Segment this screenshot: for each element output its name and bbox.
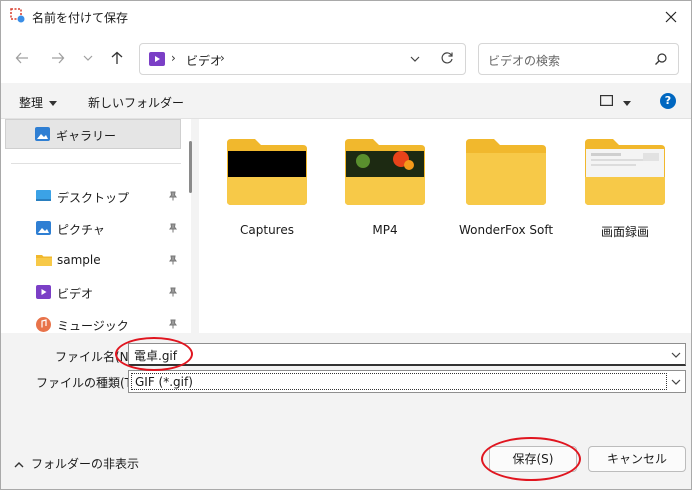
dialog-footer: フォルダーの非表示 保存(S) キャンセル xyxy=(1,433,691,489)
search-placeholder: ビデオの検索 xyxy=(488,54,561,68)
sidebar-item-gallery[interactable]: ギャラリー xyxy=(5,119,181,149)
focus-rectangle: GIF (*.gif) xyxy=(131,373,667,390)
music-icon xyxy=(36,317,51,332)
arrow-up-icon xyxy=(111,51,123,64)
sidebar-item-pictures[interactable]: ピクチャ xyxy=(1,215,183,243)
folder-label: Captures xyxy=(240,223,294,237)
up-button[interactable] xyxy=(106,47,128,69)
desktop-icon xyxy=(36,189,51,203)
help-icon[interactable]: ? xyxy=(660,93,676,109)
search-icon[interactable] xyxy=(654,52,668,69)
pin-icon[interactable] xyxy=(168,190,178,204)
sidebar-item-sample[interactable]: sample xyxy=(1,247,183,275)
window-title: 名前を付けて保存 xyxy=(32,11,129,25)
save-as-dialog: 名前を付けて保存 › ビデオ › ビデオの検索 整理 新しいフォルダー ? ギャ… xyxy=(0,0,692,490)
sidebar-item-label: ピクチャ xyxy=(57,223,105,237)
folder-label: 画面録画 xyxy=(600,225,649,239)
chevron-right-icon[interactable]: › xyxy=(220,51,225,65)
folder-label: MP4 xyxy=(372,223,398,237)
command-bar: 整理 新しいフォルダー ? xyxy=(1,83,691,119)
videos-icon xyxy=(149,52,165,66)
address-bar[interactable]: › ビデオ › xyxy=(139,43,466,75)
sidebar-item-label: ビデオ xyxy=(57,287,94,301)
close-icon xyxy=(665,11,677,23)
caret-down-icon[interactable] xyxy=(49,96,57,110)
chevron-down-icon[interactable] xyxy=(671,349,681,363)
annotation-circle-filename xyxy=(115,337,193,371)
back-button[interactable] xyxy=(11,47,33,69)
caret-down-icon[interactable] xyxy=(623,96,631,110)
folder-item-captures[interactable]: Captures xyxy=(217,137,317,247)
navigation-bar: › ビデオ › ビデオの検索 xyxy=(1,33,691,83)
pin-icon[interactable] xyxy=(168,318,178,332)
filetype-select[interactable]: GIF (*.gif) xyxy=(128,370,686,393)
pane-separator[interactable] xyxy=(191,119,199,333)
pin-icon[interactable] xyxy=(168,222,178,236)
organize-button[interactable]: 整理 xyxy=(19,94,43,111)
videos-icon xyxy=(36,285,51,299)
view-icon[interactable] xyxy=(600,95,614,109)
chevron-down-icon[interactable] xyxy=(410,53,420,67)
folder-item-screen-recordings[interactable]: 画面録画 xyxy=(575,137,675,247)
search-input[interactable]: ビデオの検索 xyxy=(478,43,679,75)
new-folder-button[interactable]: 新しいフォルダー xyxy=(88,94,184,111)
pin-icon[interactable] xyxy=(168,254,178,268)
pictures-icon xyxy=(36,221,51,235)
chevron-down-icon xyxy=(83,55,93,61)
arrow-right-icon xyxy=(52,52,65,64)
title-bar: 名前を付けて保存 xyxy=(1,1,691,33)
forward-button[interactable] xyxy=(47,47,69,69)
cancel-button[interactable]: キャンセル xyxy=(588,446,686,472)
annotation-circle-save xyxy=(481,437,581,481)
sidebar-item-label: ギャラリー xyxy=(56,129,117,143)
chevron-right-icon: › xyxy=(171,51,176,65)
filename-field[interactable]: 電卓.gif xyxy=(128,343,686,366)
chevron-down-icon[interactable] xyxy=(671,376,681,390)
sidebar-item-videos[interactable]: ビデオ xyxy=(1,279,183,307)
sidebar-item-label: デスクトップ xyxy=(57,191,130,205)
breadcrumb-videos[interactable]: ビデオ xyxy=(186,52,222,69)
folder-item-mp4[interactable]: MP4 xyxy=(335,137,435,247)
save-form: ファイル名(N): 電卓.gif ファイルの種類(T): GIF (*.gif) xyxy=(1,333,691,433)
folder-label: WonderFox Soft xyxy=(458,223,554,237)
filetype-label: ファイルの種類(T): xyxy=(36,376,141,390)
hide-folders-button[interactable]: フォルダーの非表示 xyxy=(31,455,139,472)
folder-icon xyxy=(585,139,665,205)
filetype-value: GIF (*.gif) xyxy=(135,375,193,389)
scrollbar[interactable] xyxy=(189,141,192,193)
folder-item-wonderfox[interactable]: WonderFox Soft xyxy=(456,137,556,247)
folder-icon xyxy=(227,139,307,205)
sidebar-item-desktop[interactable]: デスクトップ xyxy=(1,183,183,211)
refresh-icon[interactable] xyxy=(440,51,454,68)
folder-icon xyxy=(345,139,425,205)
chevron-up-icon[interactable] xyxy=(14,458,24,472)
app-icon xyxy=(10,8,26,24)
sidebar-item-label: ミュージック xyxy=(57,319,129,333)
divider xyxy=(11,163,181,164)
recent-locations-button[interactable] xyxy=(77,47,99,69)
pin-icon[interactable] xyxy=(168,286,178,300)
gallery-icon xyxy=(35,127,50,144)
folder-icon xyxy=(466,139,546,205)
sidebar-item-label: sample xyxy=(57,253,101,267)
navigation-pane: ギャラリー デスクトップ ピクチャ sample ビデオ ミュージック xyxy=(1,119,191,333)
close-button[interactable] xyxy=(651,1,691,33)
folder-icon xyxy=(36,253,52,267)
arrow-left-icon xyxy=(15,52,28,64)
file-list: Captures MP4 WonderFox Soft 画面録画 xyxy=(199,119,691,333)
